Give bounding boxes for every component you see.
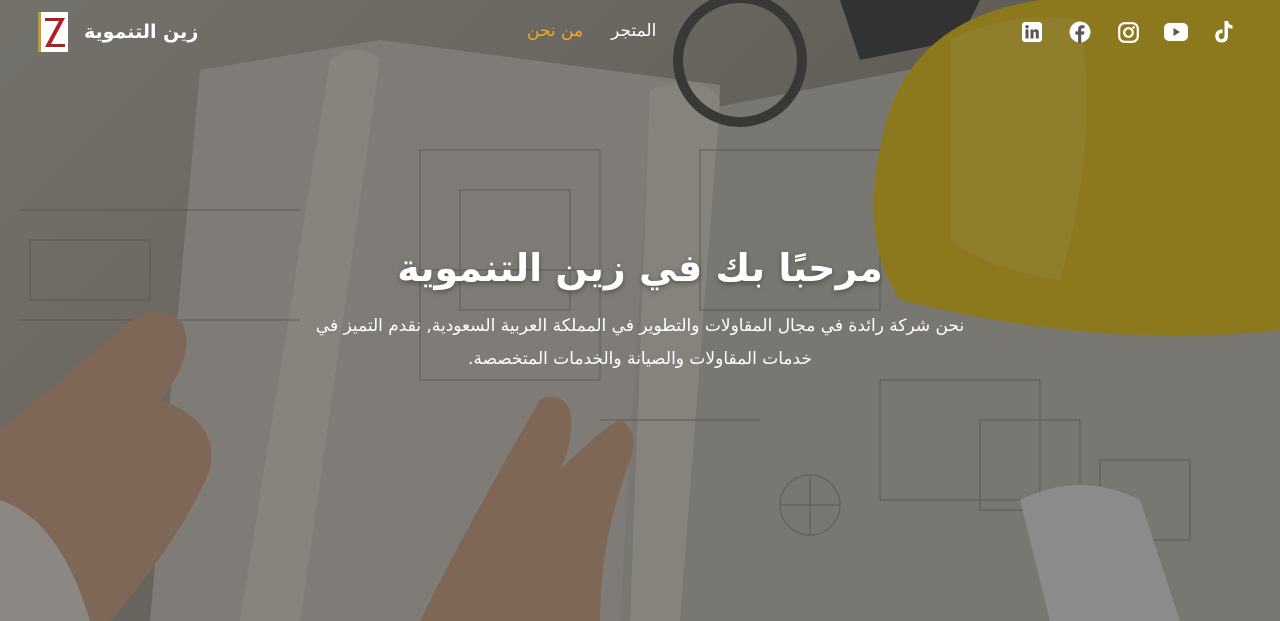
brand-logo (38, 12, 68, 52)
facebook-icon[interactable] (1068, 20, 1092, 44)
brand-name: زين التنموية (84, 21, 199, 43)
linkedin-icon[interactable] (1020, 20, 1044, 44)
instagram-icon[interactable] (1116, 20, 1140, 44)
hero-title: مرحبًا بك في زين التنموية (397, 246, 883, 290)
z-logo-icon (44, 18, 65, 47)
hero-description: نحن شركة رائدة في مجال المقاولات والتطوي… (315, 316, 965, 369)
hero-content: مرحبًا بك في زين التنموية نحن شركة رائدة… (0, 238, 1280, 376)
tiktok-icon[interactable] (1212, 20, 1236, 44)
brand-link[interactable]: زين التنموية (38, 12, 198, 52)
nav-link-store[interactable]: المتجر (611, 18, 656, 44)
hero-section: زين التنموية من نحن المتجر مرحبًا بك في … (0, 0, 1280, 621)
social-links (1020, 20, 1236, 44)
nav-link-about[interactable]: من نحن (527, 18, 583, 44)
nav-menu: من نحن المتجر (527, 18, 656, 44)
navbar: زين التنموية من نحن المتجر (0, 0, 1280, 64)
youtube-icon[interactable] (1164, 20, 1188, 44)
